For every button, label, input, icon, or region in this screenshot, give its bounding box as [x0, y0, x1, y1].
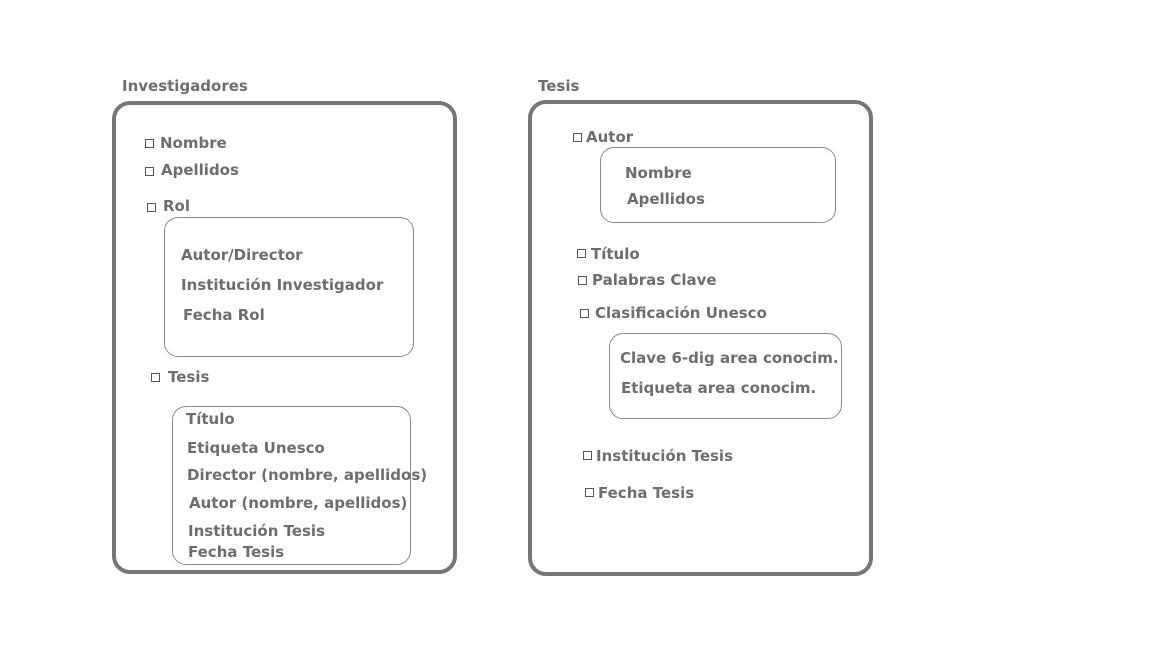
- tesis-label: Tesis: [168, 368, 210, 386]
- clasificacion-label: Clasificación Unesco: [595, 304, 767, 322]
- palabras-clave-label: Palabras Clave: [592, 271, 717, 289]
- autor-item: Apellidos: [627, 190, 705, 208]
- autor-checkbox[interactable]: [573, 133, 582, 142]
- titulo-checkbox[interactable]: [577, 249, 586, 258]
- fecha-checkbox[interactable]: [585, 488, 594, 497]
- titulo-label: Título: [591, 245, 640, 263]
- rol-checkbox[interactable]: [147, 203, 156, 212]
- tesis-item: Director (nombre, apellidos): [187, 466, 428, 484]
- tesis-item: Autor (nombre, apellidos): [189, 494, 408, 512]
- clasificacion-subbox: [609, 333, 842, 419]
- clasificacion-item: Clave 6-dig area conocim.: [620, 349, 839, 367]
- fecha-label: Fecha Tesis: [598, 484, 695, 502]
- autor-label: Autor: [586, 128, 634, 146]
- autor-item: Nombre: [625, 164, 692, 182]
- institucion-checkbox[interactable]: [583, 451, 592, 460]
- rol-label: Rol: [163, 197, 190, 215]
- rol-item: Fecha Rol: [183, 306, 265, 324]
- institucion-label: Institución Tesis: [596, 447, 733, 465]
- investigadores-title: Investigadores: [122, 77, 248, 95]
- clasificacion-item: Etiqueta area conocim.: [621, 379, 817, 397]
- tesis-item: Etiqueta Unesco: [187, 439, 325, 457]
- clasificacion-checkbox[interactable]: [580, 309, 589, 318]
- palabras-clave-checkbox[interactable]: [578, 276, 587, 285]
- nombre-checkbox[interactable]: [145, 139, 154, 148]
- tesis-item: Título: [186, 410, 235, 428]
- tesis-title: Tesis: [538, 77, 580, 95]
- rol-item: Institución Investigador: [181, 276, 384, 294]
- nombre-label: Nombre: [160, 134, 227, 152]
- apellidos-label: Apellidos: [161, 161, 239, 179]
- tesis-checkbox[interactable]: [151, 373, 160, 382]
- apellidos-checkbox[interactable]: [145, 167, 154, 176]
- autor-subbox: [600, 147, 836, 223]
- tesis-item: Institución Tesis: [188, 522, 325, 540]
- rol-item: Autor/Director: [181, 246, 303, 264]
- tesis-item: Fecha Tesis: [188, 543, 285, 561]
- tesis-subbox: [172, 406, 411, 565]
